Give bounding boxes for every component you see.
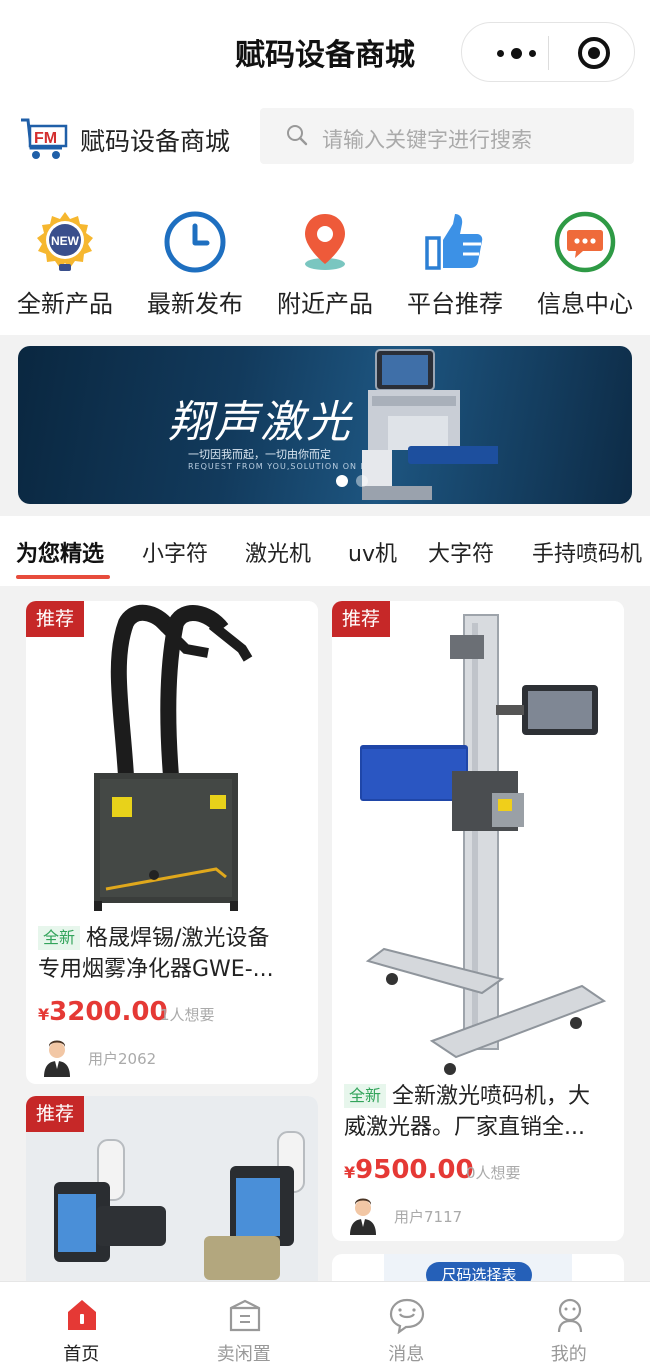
user-name: 用户2062 <box>88 1050 157 1068</box>
nav-sell[interactable]: 卖闲置 <box>163 1282 326 1371</box>
want-count: 1人想要 <box>160 1006 215 1024</box>
recommend-tag: 推荐 <box>332 601 390 637</box>
avatar-icon <box>44 1040 70 1077</box>
search-input[interactable]: 请输入关键字进行搜索 <box>260 108 634 164</box>
product-card[interactable]: 推荐 <box>26 1096 318 1296</box>
product-card[interactable]: 推荐 全新 格晟焊锡/激光设备专用烟雾净化器GWE-... ¥3200.00 1人… <box>26 601 318 1084</box>
search-placeholder: 请输入关键字进行搜索 <box>322 128 532 152</box>
new-badge-text: NEW <box>51 234 80 248</box>
nav-label: 消息 <box>388 1344 425 1365</box>
category-label: 最新发布 <box>147 290 243 318</box>
recommend-tag: 推荐 <box>26 601 84 637</box>
search-icon <box>287 125 308 146</box>
bottom-nav: 首页 卖闲置 消息 我的 <box>0 1281 650 1371</box>
avatar-icon <box>350 1198 376 1235</box>
tab-laser[interactable]: 激光机 <box>245 536 311 568</box>
carousel-dot-active[interactable] <box>336 475 348 487</box>
header: FM 赋码设备商城 请输入关键字进行搜索 <box>0 100 650 190</box>
close-target-icon[interactable] <box>578 37 610 69</box>
location-pin-icon <box>305 214 345 270</box>
clock-icon <box>164 211 226 273</box>
chat-icon <box>389 1298 425 1334</box>
category-info-center[interactable]: 信息中心 <box>520 190 650 335</box>
recommend-tag: 推荐 <box>26 1096 84 1132</box>
nav-messages[interactable]: 消息 <box>325 1282 488 1371</box>
message-icon <box>554 211 616 273</box>
product-title: 全新 全新激光喷码机，大威激光器。厂家直销全... <box>344 1081 614 1143</box>
fume-extractor-image <box>26 601 318 919</box>
category-platform-recommend[interactable]: 平台推荐 <box>390 190 520 335</box>
mini-program-capsule <box>461 22 635 82</box>
want-count: 0人想要 <box>466 1164 521 1182</box>
category-latest-release[interactable]: 最新发布 <box>130 190 260 335</box>
product-price: ¥9500.00 <box>344 1155 474 1185</box>
cart-logo-icon: FM <box>21 118 68 159</box>
price-value: 3200.00 <box>49 997 168 1027</box>
carousel-dot[interactable] <box>356 475 368 487</box>
sell-box-icon <box>229 1299 260 1332</box>
product-title-line2: 专用烟雾净化器GWE-... <box>38 957 274 982</box>
tab-large-character[interactable]: 大字符 <box>428 536 494 568</box>
product-title-line1: 格晟焊锡/激光设备 <box>86 926 270 951</box>
new-gear-icon: NEW <box>37 212 93 271</box>
category-nearby-products[interactable]: 附近产品 <box>260 190 390 335</box>
promo-banner[interactable]: 翔声激光 一切因我而起，一切由你而定 REQUEST FROM YOU,SOLU… <box>18 346 632 504</box>
banner-title: 翔声激光 <box>168 397 352 448</box>
currency-symbol: ¥ <box>344 1163 356 1182</box>
user-name: 用户7117 <box>394 1208 463 1226</box>
profile-icon <box>557 1298 582 1333</box>
nav-profile[interactable]: 我的 <box>488 1282 650 1371</box>
new-condition-tag: 全新 <box>344 1084 387 1108</box>
tab-small-character[interactable]: 小字符 <box>142 536 208 568</box>
product-title-line1: 全新激光喷码机，大 <box>392 1084 591 1109</box>
currency-symbol: ¥ <box>38 1005 50 1024</box>
tab-handheld-printer[interactable]: 手持喷码机 <box>532 536 642 568</box>
new-condition-tag: 全新 <box>38 926 81 950</box>
category-label: 信息中心 <box>537 290 633 318</box>
banner-subtitle: 一切因我而起，一切由你而定 <box>188 448 331 461</box>
more-icon[interactable] <box>486 43 546 63</box>
category-label: 平台推荐 <box>407 290 503 318</box>
product-card[interactable]: 推荐 全新 全新激光喷码机，大威激光器。厂家直销全... ¥9500.00 0人想… <box>332 601 624 1241</box>
nav-label: 首页 <box>63 1344 100 1365</box>
title-bar: 赋码设备商城 <box>0 0 650 100</box>
category-label: 全新产品 <box>17 290 113 318</box>
svg-text:FM: FM <box>34 130 57 147</box>
nav-label: 我的 <box>550 1344 587 1365</box>
product-title: 全新 格晟焊锡/激光设备专用烟雾净化器GWE-... <box>38 923 308 985</box>
tab-uv[interactable]: uv机 <box>348 536 397 568</box>
category-label: 附近产品 <box>277 290 373 318</box>
category-tabs: 为您精选 小字符 激光机 uv机 大字符 手持喷码机 <box>0 516 650 586</box>
home-icon <box>68 1300 96 1330</box>
laser-machine-image <box>362 349 498 500</box>
category-new-products[interactable]: NEW 全新产品 <box>0 190 130 335</box>
nav-label: 卖闲置 <box>216 1344 271 1365</box>
capsule-divider <box>548 36 549 70</box>
laser-coder-image <box>332 601 624 1079</box>
thumbs-up-icon <box>425 214 483 270</box>
product-price: ¥3200.00 <box>38 997 168 1027</box>
nav-home[interactable]: 首页 <box>0 1282 163 1371</box>
product-title-line2: 威激光器。厂家直销全... <box>344 1115 585 1140</box>
brand-name: 赋码设备商城 <box>80 127 231 156</box>
banner-subtitle-en: REQUEST FROM YOU,SOLUTION ON ME <box>188 462 375 471</box>
tab-featured[interactable]: 为您精选 <box>16 536 104 568</box>
category-grid: NEW 全新产品 最新发布 附近产品 平台推荐 信息中心 <box>0 190 650 335</box>
price-value: 9500.00 <box>355 1155 474 1185</box>
tab-active-indicator <box>16 575 110 579</box>
